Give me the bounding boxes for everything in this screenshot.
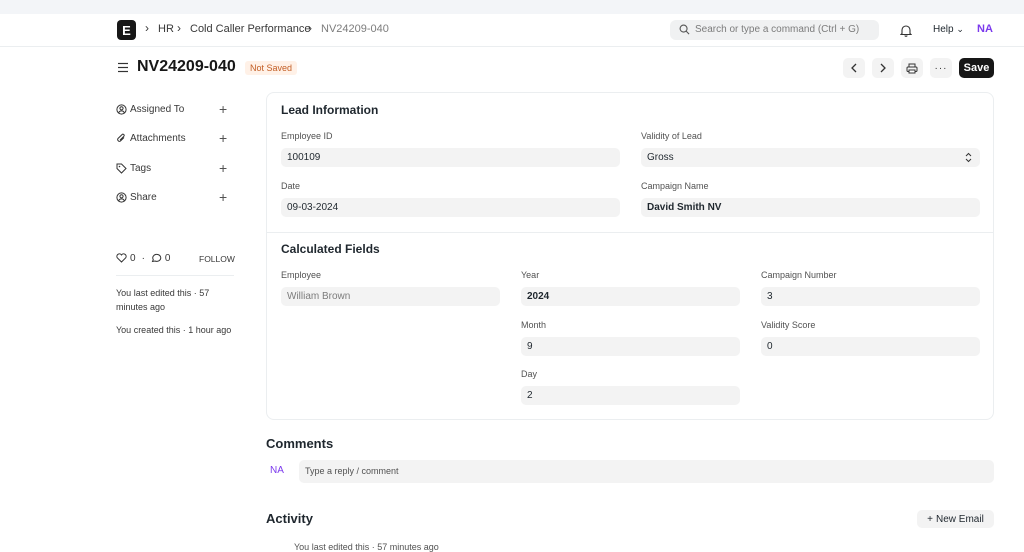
chevron-right-icon: › [177,21,181,35]
employee-label: Employee [281,270,322,280]
campaign-name-field[interactable]: David Smith NV [641,198,980,217]
sidebar-item-label: Tags [130,162,152,174]
validity-score-field[interactable]: 0 [761,337,980,356]
like-count: 0 [130,252,136,264]
add-attachment-plus-icon[interactable]: + [219,131,227,145]
activity-entry: You last edited this · 57 minutes ago [294,542,439,552]
sidebar-item-label: Assigned To [130,103,185,115]
heart-icon [116,253,127,263]
sidebar-item-assigned-to[interactable]: Assigned To [116,102,184,116]
section-title-lead-information: Lead Information [281,103,379,117]
navbar: E › HR › Cold Caller Performance › NV242… [0,14,1024,47]
top-strip [0,0,1024,14]
add-assignee-plus-icon[interactable]: + [219,102,227,116]
chevron-left-icon [851,63,857,73]
comment-avatar: NA [270,465,284,476]
validity-score-label: Validity Score [761,320,816,330]
section-title-calculated-fields: Calculated Fields [281,242,380,256]
previous-button[interactable] [843,58,865,78]
date-label: Date [281,181,301,191]
user-add-icon [116,103,127,115]
sidebar-item-label: Share [130,191,157,203]
breadcrumb-hr[interactable]: HR [158,23,174,35]
add-tag-plus-icon[interactable]: + [219,161,227,175]
validity-of-lead-select[interactable]: Gross [641,148,980,167]
month-field[interactable]: 9 [521,337,740,356]
more-horizontal-icon: ··· [934,62,948,74]
printer-icon [906,63,918,73]
sidebar-item-attachments[interactable]: Attachments [116,131,186,145]
validity-of-lead-value: Gross [647,152,674,163]
tag-icon [116,163,127,174]
menu-icon[interactable] [117,62,129,73]
created-info: You created this · 1 hour ago [116,325,232,335]
select-arrows-icon [965,152,972,163]
date-field[interactable]: 09-03-2024 [281,198,620,217]
breadcrumb-cold-caller-performance[interactable]: Cold Caller Performance [190,23,310,35]
year-label: Year [521,270,540,280]
page-title: NV24209-040 [137,58,236,75]
share-user-icon [116,191,127,203]
comment-input[interactable]: Type a reply / comment [299,460,994,483]
campaign-number-label: Campaign Number [761,270,837,280]
sidebar-item-tags[interactable]: Tags [116,161,151,175]
follow-button[interactable]: FOLLOW [199,254,235,264]
comments-title: Comments [266,436,334,451]
employee-id-label: Employee ID [281,131,333,141]
help-label: Help [933,24,954,35]
validity-of-lead-label: Validity of Lead [641,131,702,141]
chevron-down-icon: ⌄ [956,24,964,34]
chevron-right-icon: › [308,21,312,35]
section-divider [267,232,993,233]
sidebar-item-label: Attachments [130,132,186,144]
comment-count: 0 [164,252,171,264]
next-button[interactable] [872,58,894,78]
new-email-button[interactable]: + New Email [917,510,994,528]
campaign-number-field[interactable]: 3 [761,287,980,306]
day-field[interactable]: 2 [521,386,740,405]
day-label: Day [521,369,538,379]
sidebar-divider [116,275,234,276]
status-badge: Not Saved [245,61,298,75]
search-input[interactable]: Search or type a command (Ctrl + G) [670,20,879,40]
chevron-right-icon [880,63,886,73]
separator-dot: · [141,252,145,264]
employee-id-field[interactable]: 100109 [281,148,620,167]
year-field[interactable]: 2024 [521,287,740,306]
comment-icon [151,253,162,263]
save-button[interactable]: Save [959,58,994,78]
sidebar-item-share[interactable]: Share [116,190,157,204]
last-edited-info: You last edited this · 57 minutes ago [116,288,210,312]
campaign-name-label: Campaign Name [641,181,709,191]
plus-icon: + [927,513,934,525]
user-avatar[interactable]: NA [977,23,993,35]
add-share-plus-icon[interactable]: + [219,190,227,204]
month-label: Month [521,320,547,330]
breadcrumb-current[interactable]: NV24209-040 [321,23,389,35]
app-logo[interactable]: E [117,20,136,40]
print-button[interactable] [901,58,923,78]
form-card: Lead Information Employee ID 100109 Vali… [266,92,994,420]
search-icon [679,24,690,35]
employee-field: William Brown [281,287,500,306]
help-menu[interactable]: Help ⌄ [933,24,964,35]
chevron-right-icon: › [145,21,149,35]
new-email-label: New Email [936,513,984,525]
like-counter[interactable]: 0 · 0 [116,251,170,265]
activity-title: Activity [266,511,313,526]
more-actions-button[interactable]: ··· [930,58,952,78]
paperclip-icon [117,133,125,142]
bell-icon[interactable] [900,24,912,37]
